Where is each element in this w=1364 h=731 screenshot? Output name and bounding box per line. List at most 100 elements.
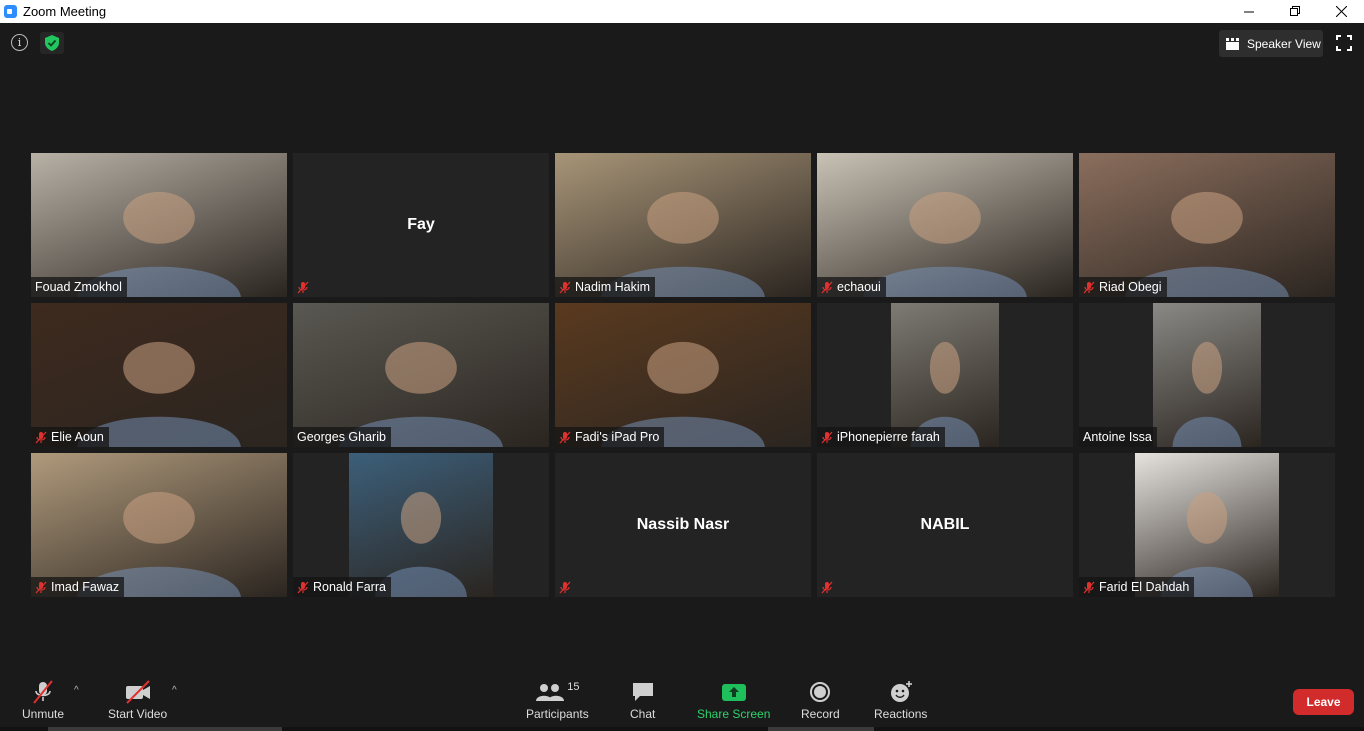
mic-muted-icon [559,281,571,293]
taskbar-indicator [48,727,282,731]
chat-icon [632,683,653,701]
participant-video [555,153,811,297]
chat-label: Chat [630,707,656,721]
speaker-view-button[interactable]: Speaker View [1219,30,1323,57]
minimize-icon [1243,11,1254,13]
participant-tile[interactable]: echaoui [817,153,1073,297]
participant-label: Farid El Dahdah [1079,577,1195,597]
person-silhouette-icon [601,191,765,297]
participant-tile[interactable]: Imad Fawaz [31,453,287,597]
person-silhouette-icon [77,491,241,597]
participant-name-center: Fay [407,216,435,233]
video-options-caret-icon[interactable]: ^ [172,685,177,696]
chat-button[interactable]: Chat [630,679,655,721]
mic-muted-icon [821,581,833,593]
record-button[interactable]: Record [801,679,840,721]
mic-muted-icon [297,581,309,593]
person-silhouette-icon [1172,341,1242,447]
mic-muted-icon [1083,281,1095,294]
participant-name-center: NABIL [920,516,970,533]
mic-muted-icon [559,281,571,294]
participant-video [555,303,811,447]
leave-button[interactable]: Leave [1293,689,1354,715]
participant-tile[interactable]: Fadi's iPad Pro [555,303,811,447]
participants-count: 15 [567,681,580,693]
participant-name: Riad Obegi [1099,280,1162,294]
participant-label: Georges Gharib [293,427,391,447]
participant-video [349,453,493,597]
participant-tile[interactable]: Nadim Hakim [555,153,811,297]
participant-name: Farid El Dahdah [1099,580,1190,594]
participant-tile[interactable]: Riad Obegi [1079,153,1335,297]
participant-tile[interactable]: Antoine Issa [1079,303,1335,447]
reactions-label: Reactions [874,707,928,721]
meeting-info-icon[interactable]: i [11,34,28,51]
participant-label: Ronald Farra [293,577,391,597]
participant-tile[interactable]: Elie Aoun [31,303,287,447]
person-silhouette-icon [863,191,1027,297]
restore-button[interactable] [1272,0,1318,23]
reactions-button[interactable]: Reactions [874,679,927,721]
participant-name: Georges Gharib [297,430,386,444]
close-icon [1335,6,1347,17]
participant-tile[interactable]: Ronald Farra [293,453,549,597]
window-controls [1226,0,1364,23]
participant-tile[interactable]: iPhonepierre farah [817,303,1073,447]
person-silhouette-icon [77,341,241,447]
participant-name: echaoui [837,280,881,294]
participant-tile[interactable]: Fay [293,153,549,297]
participant-tile[interactable]: NABIL [817,453,1073,597]
participant-tile[interactable]: Farid El Dahdah [1079,453,1335,597]
mic-muted-icon [33,680,53,704]
participant-name: Elie Aoun [51,430,104,444]
mic-muted-icon [821,431,833,443]
participant-video [31,153,287,297]
participant-tile[interactable]: Georges Gharib [293,303,549,447]
title-bar: Zoom Meeting [0,0,1364,23]
close-button[interactable] [1318,0,1364,23]
share-screen-icon [721,684,746,701]
meeting-toolbar: Unmute ^ Start Video ^ 15 Participants C… [0,667,1364,731]
person-silhouette-icon [77,191,241,297]
share-screen-button[interactable]: Share Screen [697,679,770,721]
mic-muted-icon [821,281,833,293]
mic-muted-icon [297,581,309,594]
unmute-label: Unmute [22,707,65,721]
person-silhouette-icon [1160,491,1254,597]
reactions-icon [890,681,912,702]
mic-muted-icon [297,281,309,294]
participant-label [555,577,580,597]
unmute-button[interactable]: Unmute [22,679,64,721]
participant-name: Fadi's iPad Pro [575,430,660,444]
participant-label [293,277,318,297]
fullscreen-icon[interactable] [1336,35,1352,51]
record-label: Record [801,707,840,721]
minimize-button[interactable] [1226,0,1272,23]
mic-muted-icon [821,431,833,444]
participant-label: Imad Fawaz [31,577,125,597]
participant-video [31,453,287,597]
participant-tile[interactable]: Nassib Nasr [555,453,811,597]
participant-label: iPhonepierre farah [817,427,945,447]
participant-name: Imad Fawaz [51,580,120,594]
participant-name: Nadim Hakim [575,280,651,294]
video-off-icon [125,680,150,704]
person-silhouette-icon [601,341,765,447]
participant-label: Fouad Zmokhol [31,277,127,297]
mic-muted-icon [559,581,571,594]
participant-tile[interactable]: Fouad Zmokhol [31,153,287,297]
participant-label: Antoine Issa [1079,427,1157,447]
encryption-shield-icon[interactable] [40,32,64,54]
audio-options-caret-icon[interactable]: ^ [74,685,79,696]
participant-label: echaoui [817,277,886,297]
person-silhouette-icon [339,341,503,447]
start-video-button[interactable]: Start Video [108,679,167,721]
speaker-view-icon [1226,37,1239,50]
participants-button[interactable]: 15 Participants [526,679,589,721]
person-silhouette-icon [910,341,980,447]
participant-name: Antoine Issa [1083,430,1152,444]
person-silhouette-icon [374,491,468,597]
mic-muted-icon [559,431,571,444]
participant-label: Fadi's iPad Pro [555,427,665,447]
mic-muted-icon [821,581,833,594]
